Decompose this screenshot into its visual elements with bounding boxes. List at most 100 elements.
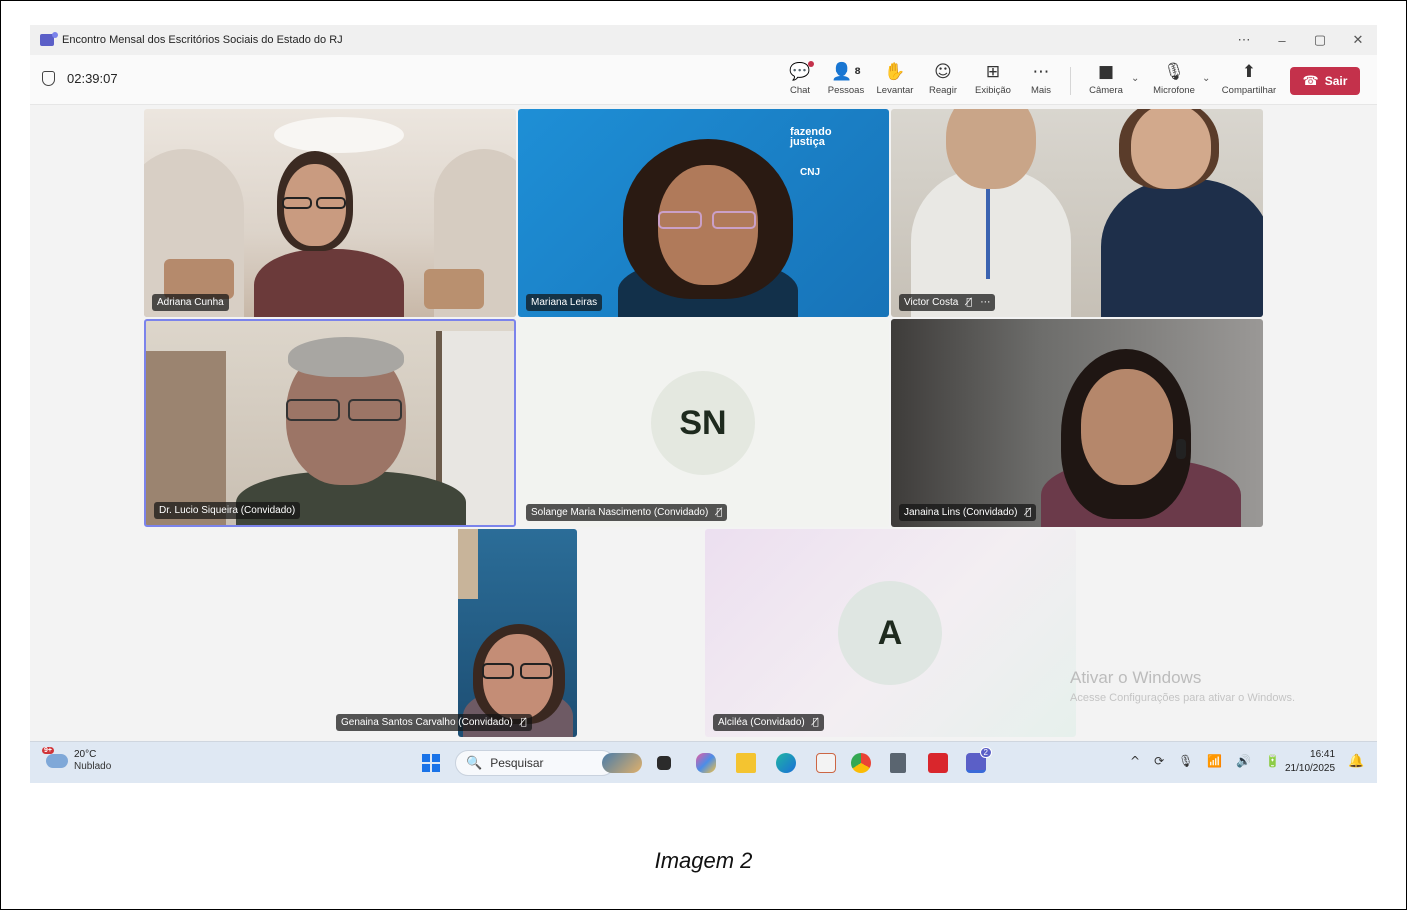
camera-icon: ■ (1097, 62, 1115, 82)
screenshot: Encontro Mensal dos Escritórios Sociais … (30, 25, 1377, 783)
teams-badge: 2 (979, 747, 992, 758)
participant-name-tag: Genaina Santos Carvalho (Convidado) 🎙̸ (336, 714, 532, 731)
mic-off-icon: 🎙̸ (520, 717, 527, 728)
cnj-logo: CNJ (800, 167, 821, 178)
chevron-up-icon[interactable]: ^ (1130, 754, 1140, 768)
notification-badge: 9+ (42, 747, 54, 754)
more-button[interactable]: ⋯ Mais (1026, 61, 1056, 101)
participant-name-tag: Mariana Leiras (526, 294, 603, 311)
participant-name-tag: Solange Maria Nascimento (Convidado) 🎙̸ (526, 504, 728, 521)
copilot-icon[interactable] (696, 753, 716, 773)
glasses (520, 663, 552, 679)
people-icon: 👤 8 (831, 62, 861, 82)
person-face (946, 109, 1036, 189)
leave-button[interactable]: ☎ Sair (1290, 67, 1360, 95)
search-icon: 🔍 (466, 755, 483, 771)
image-caption: Imagem 2 (654, 848, 753, 873)
participant-name-tag: Alciléa (Convidado) 🎙̸ (713, 714, 824, 731)
calculator-icon[interactable] (890, 753, 906, 773)
activation-watermark: Ativar o Windows Acesse Configurações pa… (1070, 668, 1295, 704)
chair (424, 269, 484, 309)
system-tray: ^ ⟳ 🎙 📶 🔊 🔋 (1130, 754, 1280, 768)
toolbar-divider (1070, 67, 1071, 95)
mic-off-icon: 🎙̸ (966, 297, 973, 308)
video-frame (458, 529, 577, 737)
video-tile[interactable]: Genaina Santos Carvalho (Convidado) 🎙̸ (336, 529, 577, 737)
fazendo-justica-logo: fazendo justiça (790, 126, 832, 148)
maximize-button[interactable]: ▢ (1301, 32, 1339, 48)
ellipsis-icon: ⋯ (1032, 62, 1050, 82)
participant-name-tag: Adriana Cunha (152, 294, 229, 311)
windows-start-icon[interactable] (422, 754, 440, 772)
widgets-landscape-icon[interactable] (602, 753, 642, 773)
edge-icon[interactable] (776, 753, 796, 773)
wall-panel (146, 351, 226, 525)
person-body (254, 249, 404, 317)
sync-icon[interactable]: ⟳ (1154, 754, 1164, 768)
teams-icon[interactable]: 2 (966, 747, 992, 773)
notification-bell-icon[interactable]: 🔔 (1348, 754, 1364, 769)
title-bar: Encontro Mensal dos Escritórios Sociais … (30, 25, 1377, 55)
view-button[interactable]: ⊞ Exibição (973, 61, 1013, 101)
camera-button[interactable]: ■ Câmera (1085, 61, 1127, 101)
window-title: Encontro Mensal dos Escritórios Sociais … (62, 34, 343, 46)
close-button[interactable]: ✕ (1339, 32, 1377, 48)
minimize-button[interactable]: – (1263, 33, 1301, 48)
person-body (1101, 179, 1263, 317)
participant-name-tag: Victor Costa 🎙̸ ⋯ (899, 294, 996, 311)
video-tile-no-camera[interactable]: SN Solange Maria Nascimento (Convidado) … (518, 319, 889, 527)
react-button[interactable]: ☺ Reagir (927, 61, 959, 101)
more-icon[interactable]: ⋯ (980, 297, 990, 308)
avatar: A (838, 581, 942, 685)
chat-button[interactable]: 💬 Chat (784, 61, 816, 101)
video-tile-active-speaker[interactable]: Dr. Lucio Siqueira (Convidado) (144, 319, 516, 527)
task-view-icon[interactable] (657, 756, 671, 770)
people-button[interactable]: 👤 8 Pessoas (826, 61, 866, 101)
video-tile[interactable]: Victor Costa 🎙̸ ⋯ (891, 109, 1263, 317)
ceiling-light (274, 117, 404, 153)
teams-app-icon (40, 32, 58, 46)
chair (164, 259, 234, 299)
weather-widget[interactable]: 9+ 20°C Nublado (42, 747, 111, 773)
video-tile-no-camera[interactable]: A Alciléa (Convidado) 🎙̸ (705, 529, 1076, 737)
mic-off-icon: 🎙̸ (812, 717, 819, 728)
microphone-button[interactable]: 🎙 Microfone (1150, 61, 1198, 101)
person-hair (288, 337, 404, 377)
camera-options-chevron-icon[interactable]: ⌄ (1131, 73, 1139, 84)
glasses (482, 663, 514, 679)
microphone-icon: 🎙 (1163, 62, 1185, 82)
share-button[interactable]: ⬆ Compartilhar (1220, 61, 1278, 101)
video-tile[interactable]: Adriana Cunha (144, 109, 516, 317)
taskbar-clock[interactable]: 16:41 21/10/2025 (1285, 748, 1335, 776)
share-icon: ⬆ (1241, 62, 1257, 82)
participant-name-tag: Janaina Lins (Convidado) 🎙̸ (899, 504, 1037, 521)
paint-icon[interactable] (816, 753, 836, 773)
glasses (348, 399, 402, 421)
door-frame (458, 529, 478, 599)
person-face (1131, 109, 1211, 189)
mic-off-icon: 🎙̸ (716, 507, 723, 518)
grid-icon: ⊞ (985, 62, 1001, 82)
cloud-icon: 9+ (42, 747, 68, 768)
wifi-icon[interactable]: 📶 (1207, 754, 1222, 768)
glasses (286, 399, 340, 421)
glasses (658, 211, 702, 229)
glasses (316, 197, 346, 209)
unread-dot (807, 61, 814, 67)
hand-icon: ✋ (884, 62, 906, 82)
taskbar-search[interactable]: 🔍 Pesquisar (455, 750, 615, 776)
person-face (1081, 369, 1173, 485)
microphone-tray-icon[interactable]: 🎙 (1178, 754, 1193, 768)
raise-hand-button[interactable]: ✋ Levantar (875, 61, 915, 101)
file-explorer-icon[interactable] (736, 753, 756, 773)
volume-icon[interactable]: 🔊 (1236, 754, 1251, 768)
video-tile[interactable]: Janaina Lins (Convidado) 🎙̸ (891, 319, 1263, 527)
battery-icon[interactable]: 🔋 (1265, 754, 1280, 768)
video-tile[interactable]: fazendo justiça CNJ Mariana Leiras (518, 109, 889, 317)
glasses (712, 211, 756, 229)
more-options-button[interactable]: ⋯ (1225, 32, 1263, 48)
mic-off-icon: 🎙̸ (1025, 507, 1032, 518)
wps-office-icon[interactable] (928, 753, 948, 773)
chrome-icon[interactable] (851, 753, 871, 773)
mic-options-chevron-icon[interactable]: ⌄ (1202, 73, 1210, 84)
